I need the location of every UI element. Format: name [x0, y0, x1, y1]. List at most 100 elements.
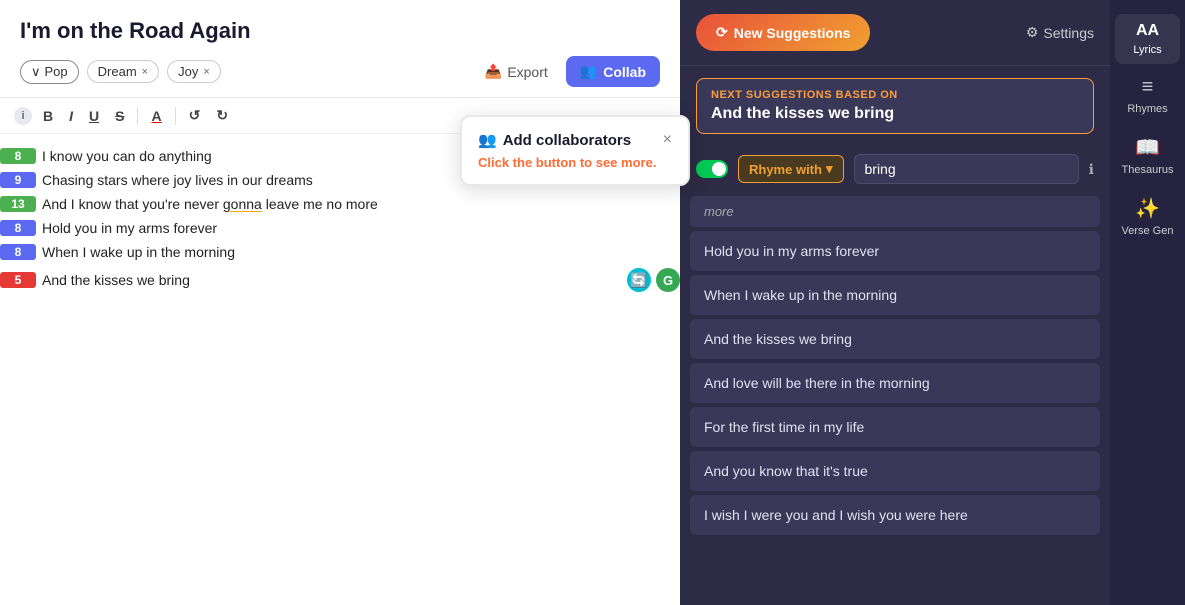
- italic-button[interactable]: I: [64, 105, 78, 127]
- right-panel: ⟳ New Suggestions ⚙ Settings Next sugges…: [680, 0, 1185, 605]
- sidebar-item-label: Verse Gen: [1122, 225, 1174, 237]
- sidebar-item-label: Rhymes: [1127, 103, 1167, 115]
- line-text-6[interactable]: And the kisses we bring: [42, 272, 619, 288]
- toolbar: B I U S A ↺ ↻: [38, 104, 233, 127]
- tags-and-actions: ∨ Pop Dream × Joy × 📤 Export 👥: [20, 56, 660, 87]
- genre-label: Pop: [45, 64, 68, 79]
- bold-label: B: [43, 108, 53, 124]
- list-item[interactable]: When I wake up in the morning: [690, 275, 1100, 315]
- rhyme-select-chevron: ▾: [826, 161, 833, 177]
- based-on-label: Next suggestions based on: [711, 89, 1079, 101]
- list-item[interactable]: I wish I were you and I wish you were he…: [690, 495, 1100, 535]
- sidebar-item-thesaurus[interactable]: 📖 Thesaurus: [1115, 127, 1180, 184]
- tag-joy-close[interactable]: ×: [203, 66, 209, 78]
- suggestions-panel: ⟳ New Suggestions ⚙ Settings Next sugges…: [680, 0, 1110, 605]
- versegen-icon: ✨: [1135, 196, 1160, 221]
- tooltip-header: 👥 Add collaborators ×: [478, 131, 672, 149]
- line-text-4[interactable]: Hold you in my arms forever: [42, 220, 680, 236]
- line-icons: 🔄 G: [627, 268, 680, 292]
- new-suggestions-button[interactable]: ⟳ New Suggestions: [696, 14, 870, 51]
- toolbar-divider-2: [175, 107, 176, 125]
- redo-button[interactable]: ↻: [211, 104, 233, 127]
- suggestions-based-on: Next suggestions based on And the kisses…: [696, 78, 1094, 134]
- editor-header: I'm on the Road Again ∨ Pop Dream × Joy …: [0, 0, 680, 98]
- list-item[interactable]: For the first time in my life: [690, 407, 1100, 447]
- strikethrough-button[interactable]: S: [110, 105, 129, 127]
- settings-button[interactable]: ⚙ Settings: [1026, 24, 1094, 41]
- tooltip-icon: 👥: [478, 131, 497, 149]
- sidebar-item-lyrics[interactable]: AA Lyrics: [1115, 14, 1180, 64]
- suggestions-header: ⟳ New Suggestions ⚙ Settings: [680, 0, 1110, 66]
- new-suggestions-icon: ⟳: [716, 24, 728, 41]
- export-icon: 📤: [485, 63, 502, 80]
- list-item[interactable]: And love will be there in the morning: [690, 363, 1100, 403]
- list-item[interactable]: And the kisses we bring: [690, 319, 1100, 359]
- rhymes-icon: ≡: [1142, 76, 1154, 99]
- font-color-label: A: [151, 108, 161, 124]
- underline-word: gonna: [223, 196, 262, 212]
- font-color-button[interactable]: A: [146, 105, 166, 127]
- collab-label: Collab: [603, 64, 646, 80]
- rhyme-control: Rhyme with ▾ ℹ: [680, 146, 1110, 192]
- collab-button[interactable]: 👥 Collab: [566, 56, 660, 87]
- settings-label: Settings: [1043, 25, 1094, 41]
- table-row: 8 Hold you in my arms forever: [0, 216, 680, 240]
- rhyme-toggle[interactable]: [696, 160, 728, 178]
- more-indicator: more: [690, 196, 1100, 227]
- tooltip-title: 👥 Add collaborators: [478, 131, 631, 149]
- undo-button[interactable]: ↺: [184, 104, 206, 127]
- suggestions-list: more Hold you in my arms forever When I …: [680, 196, 1110, 605]
- bold-button[interactable]: B: [38, 105, 58, 127]
- line-score-6: 5: [0, 272, 36, 288]
- undo-label: ↺: [189, 107, 201, 123]
- rhyme-info-icon[interactable]: ℹ: [1089, 161, 1094, 178]
- info-icon[interactable]: i: [14, 107, 32, 125]
- tag-dream-label: Dream: [98, 64, 137, 79]
- thesaurus-icon: 📖: [1135, 135, 1160, 160]
- export-label: Export: [507, 64, 547, 80]
- tooltip-body: Click the button to see more.: [478, 155, 672, 170]
- rhyme-input[interactable]: [854, 154, 1079, 184]
- chevron-down-icon: ∨: [31, 64, 41, 80]
- new-suggestions-label: New Suggestions: [734, 25, 851, 41]
- line-score-4: 8: [0, 220, 36, 236]
- export-button[interactable]: 📤 Export: [477, 58, 556, 85]
- tag-dream-close[interactable]: ×: [142, 66, 148, 78]
- strikethrough-label: S: [115, 108, 124, 124]
- genre-tag[interactable]: ∨ Pop: [20, 60, 79, 84]
- line-score-5: 8: [0, 244, 36, 260]
- rhyme-select[interactable]: Rhyme with ▾: [738, 155, 844, 183]
- line-score-3: 13: [0, 196, 36, 212]
- editor-title: I'm on the Road Again: [20, 18, 660, 44]
- underline-button[interactable]: U: [84, 105, 104, 127]
- editor-tags: ∨ Pop Dream × Joy ×: [20, 60, 221, 84]
- editor-actions: 📤 Export 👥 Collab: [477, 56, 660, 87]
- toggle-knob: [712, 162, 726, 176]
- lines-area: 8 I know you can do anything 9 Chasing s…: [0, 134, 680, 605]
- redo-label: ↻: [216, 107, 228, 123]
- sync-icon[interactable]: 🔄: [627, 268, 651, 292]
- tag-dream: Dream ×: [87, 60, 159, 83]
- collab-icon: 👥: [580, 63, 597, 80]
- sidebar-item-rhymes[interactable]: ≡ Rhymes: [1115, 68, 1180, 123]
- based-on-phrase: And the kisses we bring: [711, 105, 1079, 123]
- italic-label: I: [69, 108, 73, 124]
- sidebar-item-label: Thesaurus: [1122, 164, 1174, 176]
- toolbar-divider: [137, 107, 138, 125]
- tag-joy-label: Joy: [178, 64, 198, 79]
- tooltip-close-button[interactable]: ×: [663, 131, 672, 149]
- list-item[interactable]: And you know that it's true: [690, 451, 1100, 491]
- line-score-2: 9: [0, 172, 36, 188]
- line-text-5[interactable]: When I wake up in the morning: [42, 244, 680, 260]
- table-row: 13 And I know that you're never gonna le…: [0, 192, 680, 216]
- sidebar-item-versegen[interactable]: ✨ Verse Gen: [1115, 188, 1180, 245]
- list-item[interactable]: Hold you in my arms forever: [690, 231, 1100, 271]
- sidebar-item-label: Lyrics: [1133, 44, 1161, 56]
- tag-joy: Joy ×: [167, 60, 221, 83]
- lyrics-icon: AA: [1136, 22, 1159, 40]
- right-sidebar: AA Lyrics ≡ Rhymes 📖 Thesaurus ✨ Verse G…: [1110, 0, 1185, 605]
- collab-tooltip: 👥 Add collaborators × Click the button t…: [460, 115, 690, 186]
- grammarly-icon[interactable]: G: [656, 268, 680, 292]
- line-text-3[interactable]: And I know that you're never gonna leave…: [42, 196, 680, 212]
- tooltip-title-text: Add collaborators: [503, 132, 631, 149]
